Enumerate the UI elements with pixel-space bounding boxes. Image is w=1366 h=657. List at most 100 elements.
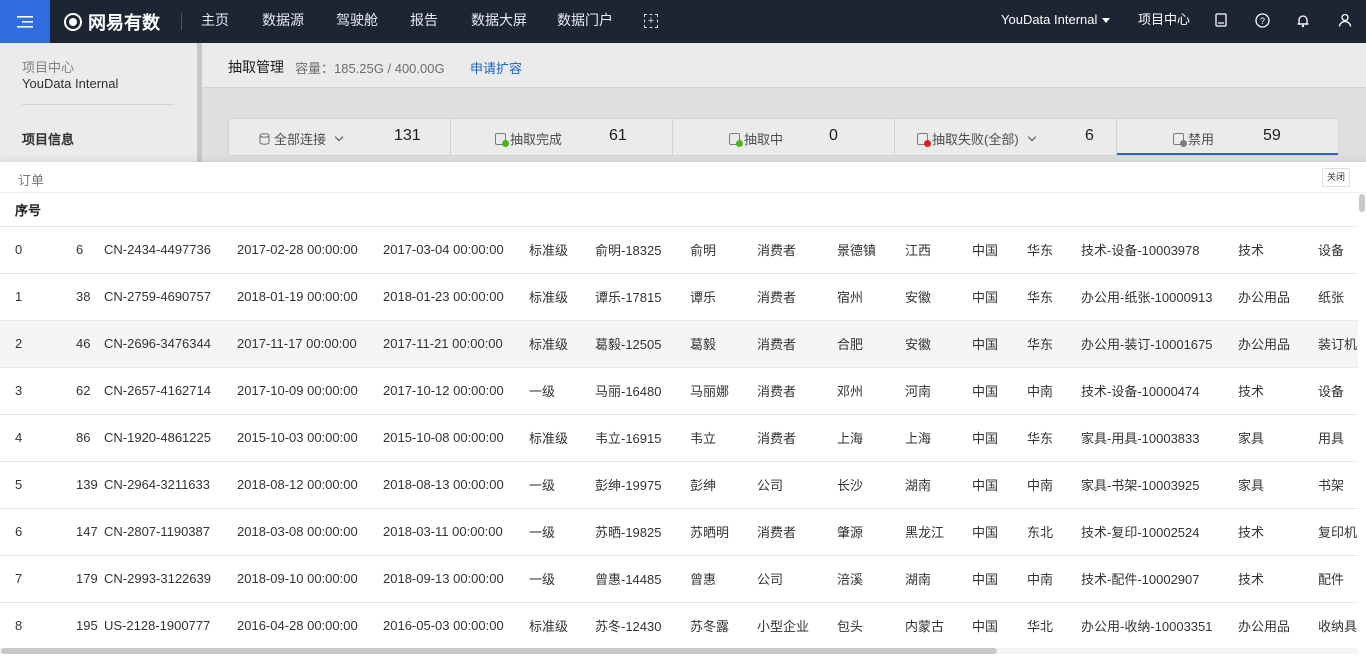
project-select[interactable]: YouData Internal <box>1001 0 1111 43</box>
table-cell: 用具 <box>1318 414 1358 462</box>
table-cell: 葛毅-12505 <box>595 320 690 368</box>
table-cell: 苏冬露 <box>690 602 757 648</box>
table-cell: 一级 <box>529 367 595 415</box>
done-status-icon <box>495 132 509 147</box>
table-cell: 中国 <box>972 602 1027 648</box>
database-icon <box>259 132 270 145</box>
nav-data-portal[interactable]: 数据门户 <box>557 0 613 43</box>
table-cell: 华东 <box>1027 273 1081 321</box>
table-row[interactable]: 0 6 CN-2434-4497736 2017-02-28 00:00:00 2017… <box>0 226 1358 274</box>
table-row[interactable]: 4 86 CN-1920-4861225 2015-10-03 00:00:00 201… <box>0 414 1358 462</box>
project-center-link[interactable]: 项目中心 <box>1138 0 1190 43</box>
brand-logo[interactable]: 网易有数 <box>64 0 160 43</box>
table-cell: 46 <box>56 320 104 368</box>
table-cell: 一级 <box>529 461 595 509</box>
stat-disabled-label: 禁用 <box>1188 132 1215 147</box>
data-table: 序号 0 6 CN-2434-4497736 2017-02-28 00:00:00 2… <box>0 193 1358 648</box>
table-row[interactable]: 5 139 CN-2964-3211633 2018-08-12 00:00:00 20… <box>0 461 1358 509</box>
vertical-scrollbar[interactable] <box>1358 193 1366 657</box>
table-cell: 8 <box>0 602 56 648</box>
stat-all-connections[interactable]: 全部连接 131 <box>229 119 451 155</box>
stat-label: 抽取完成 <box>495 129 562 148</box>
table-cell: 东北 <box>1027 508 1081 556</box>
table-cell: 葛毅 <box>690 320 757 368</box>
bell-icon[interactable] <box>1295 12 1311 28</box>
stat-failed-label: 抽取失败(全部) <box>932 132 1019 147</box>
table-cell: 2017-10-09 00:00:00 <box>237 367 383 415</box>
table-cell: 标准级 <box>529 602 595 648</box>
apply-expansion-link[interactable]: 申请扩容 <box>470 58 522 77</box>
table-cell: CN-2657-4162714 <box>104 367 237 415</box>
close-button[interactable]: 关闭 <box>1322 168 1350 187</box>
table-cell: 俞明 <box>690 226 757 274</box>
menu-icon[interactable] <box>0 0 50 43</box>
disabled-status-icon <box>1173 132 1187 147</box>
book-icon[interactable] <box>1213 12 1229 28</box>
nav-report[interactable]: 报告 <box>410 0 438 43</box>
table-cell: CN-2759-4690757 <box>104 273 237 321</box>
panel-header: 订单 关闭 <box>0 162 1366 193</box>
table-cell: 中南 <box>1027 367 1081 415</box>
table-cell: 2015-10-08 00:00:00 <box>383 414 529 462</box>
table-cell: 2017-11-17 00:00:00 <box>237 320 383 368</box>
table-cell: 纸张 <box>1318 273 1358 321</box>
sidebar-item-project-info[interactable]: 项目信息 <box>22 129 74 148</box>
help-icon[interactable]: ? <box>1254 12 1270 28</box>
table-cell: 2016-05-03 00:00:00 <box>383 602 529 648</box>
table-cell: 6 <box>0 508 56 556</box>
user-icon[interactable] <box>1337 12 1353 28</box>
stat-disabled-count: 59 <box>1263 127 1281 144</box>
table-cell: CN-1920-4861225 <box>104 414 237 462</box>
table-cell: 复印机 <box>1318 508 1358 556</box>
extract-header: 抽取管理 容量：185.25G / 400.00G 申请扩容 <box>202 43 1366 88</box>
stat-extract-done[interactable]: 抽取完成 61 <box>451 119 673 155</box>
table-cell: 0 <box>0 226 56 274</box>
nav-big-screen[interactable]: 数据大屏 <box>471 0 527 43</box>
table-row[interactable]: 7 179 CN-2993-3122639 2018-09-10 00:00:00 20… <box>0 555 1358 603</box>
table-cell: 华北 <box>1027 602 1081 648</box>
table-cell: 韦立 <box>690 414 757 462</box>
table-cell: 2018-08-13 00:00:00 <box>383 461 529 509</box>
table-cell: 179 <box>56 555 104 603</box>
table-row[interactable]: 6 147 CN-2807-1190387 2018-03-08 00:00:00 20… <box>0 508 1358 556</box>
table-cell: 消费者 <box>757 226 837 274</box>
stat-disabled[interactable]: 禁用 59 <box>1117 119 1338 155</box>
table-cell: 2018-03-08 00:00:00 <box>237 508 383 556</box>
scrollbar-thumb[interactable] <box>1 648 997 654</box>
table-cell: 涪溪 <box>837 555 905 603</box>
table-cell: CN-2434-4497736 <box>104 226 237 274</box>
failed-status-icon <box>917 132 931 147</box>
table-cell: 谭乐 <box>690 273 757 321</box>
horizontal-scrollbar[interactable] <box>0 648 1358 654</box>
table-cell: 苏晒明 <box>690 508 757 556</box>
stat-extract-failed[interactable]: 抽取失败(全部) 6 <box>895 119 1117 155</box>
table-cell: 中国 <box>972 273 1027 321</box>
table-cell: 家具-书架-10003925 <box>1081 461 1238 509</box>
extract-stats-bar: 全部连接 131 抽取完成 61 抽取中 0 抽取失败(全部) 6 禁用 59 <box>228 118 1339 156</box>
top-navbar: 网易有数 主页 数据源 驾驶舱 报告 数据大屏 数据门户 + YouData I… <box>0 0 1366 43</box>
stat-extracting[interactable]: 抽取中 0 <box>673 119 895 155</box>
table-cell: 2017-11-21 00:00:00 <box>383 320 529 368</box>
stat-done-label: 抽取完成 <box>510 132 563 147</box>
table-cell: 标准级 <box>529 226 595 274</box>
table-cell: 彭绅 <box>690 461 757 509</box>
table-cell: 景德镇 <box>837 226 905 274</box>
data-table-container: 序号 0 6 CN-2434-4497736 2017-02-28 00:00:00 2… <box>0 193 1358 648</box>
table-row[interactable]: 2 46 CN-2696-3476344 2017-11-17 00:00:00 201… <box>0 320 1358 368</box>
nav-cockpit[interactable]: 驾驶舱 <box>336 0 378 43</box>
table-cell: 2018-01-23 00:00:00 <box>383 273 529 321</box>
table-cell: 技术-配件-10002907 <box>1081 555 1238 603</box>
table-row[interactable]: 8 195 US-2128-1900777 2016-04-28 00:00:00 20… <box>0 602 1358 648</box>
running-status-icon <box>729 132 743 147</box>
stat-label: 抽取中 <box>729 129 783 148</box>
table-row[interactable]: 1 38 CN-2759-4690757 2018-01-19 00:00:00 201… <box>0 273 1358 321</box>
table-cell: 曾惠 <box>690 555 757 603</box>
nav-home[interactable]: 主页 <box>201 0 229 43</box>
add-screen-icon[interactable]: + <box>644 14 658 28</box>
table-cell: 韦立-16915 <box>595 414 690 462</box>
table-cell: 139 <box>56 461 104 509</box>
scrollbar-thumb[interactable] <box>1359 194 1365 212</box>
panel-title: 订单 <box>18 173 45 188</box>
table-row[interactable]: 3 62 CN-2657-4162714 2017-10-09 00:00:00 201… <box>0 367 1358 415</box>
nav-datasource[interactable]: 数据源 <box>262 0 304 43</box>
